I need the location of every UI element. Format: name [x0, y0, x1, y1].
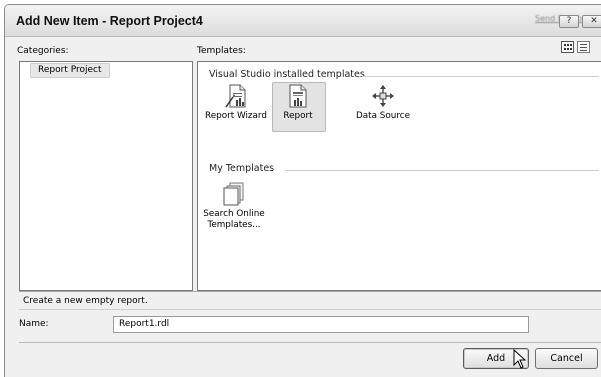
list-view-icon: [580, 44, 587, 51]
mouse-cursor-icon: [513, 349, 527, 369]
template-search-online[interactable]: Search Online Templates...: [198, 182, 270, 242]
category-item-report-project[interactable]: Report Project: [30, 63, 110, 78]
add-new-item-dialog: Add New Item - Report Project4 Send Feed…: [4, 4, 601, 377]
templates-list[interactable]: Visual Studio installed templates Report…: [197, 61, 601, 291]
templates-label: Templates:: [197, 46, 246, 56]
group-divider: [362, 76, 599, 77]
report-icon: [289, 84, 307, 108]
cancel-button-label: Cancel: [550, 353, 583, 364]
add-button-label: Add: [486, 353, 506, 364]
name-input[interactable]: Report1.rdl: [113, 316, 529, 333]
template-report-wizard[interactable]: Report Wizard: [200, 84, 272, 132]
group-divider: [285, 170, 599, 171]
template-description: Create a new empty report.: [23, 296, 148, 306]
close-button[interactable]: ✕: [582, 15, 601, 28]
template-label: Report: [283, 111, 313, 121]
data-source-icon: [372, 85, 394, 107]
report-wizard-icon: [225, 84, 246, 108]
cancel-button[interactable]: Cancel: [535, 348, 598, 369]
small-icons-view-button[interactable]: [577, 41, 590, 53]
categories-tree[interactable]: Report Project: [19, 61, 193, 291]
help-button[interactable]: ?: [559, 15, 579, 28]
template-label-line2: Templates...: [207, 220, 261, 230]
description-bar: Create a new empty report.: [19, 291, 601, 310]
title-bar: Add New Item - Report Project4 Send Feed…: [5, 5, 601, 37]
name-label: Name:: [19, 319, 49, 329]
template-label-line1: Search Online: [203, 209, 265, 219]
template-label: Data Source: [355, 111, 410, 121]
large-icons-view-button[interactable]: [561, 41, 574, 53]
search-online-templates-icon: [223, 182, 244, 206]
template-label: Report Wizard: [205, 111, 267, 121]
footer-separator: [19, 342, 601, 343]
group-heading-installed: Visual Studio installed templates: [209, 69, 365, 80]
template-report[interactable]: Report: [272, 84, 324, 132]
categories-label: Categories:: [17, 46, 69, 56]
dialog-title: Add New Item - Report Project4: [16, 14, 203, 28]
large-icons-icon: [564, 44, 572, 50]
group-heading-my-templates: My Templates: [209, 163, 275, 174]
close-icon: ✕: [590, 16, 598, 26]
template-data-source[interactable]: Data Source: [348, 84, 418, 132]
